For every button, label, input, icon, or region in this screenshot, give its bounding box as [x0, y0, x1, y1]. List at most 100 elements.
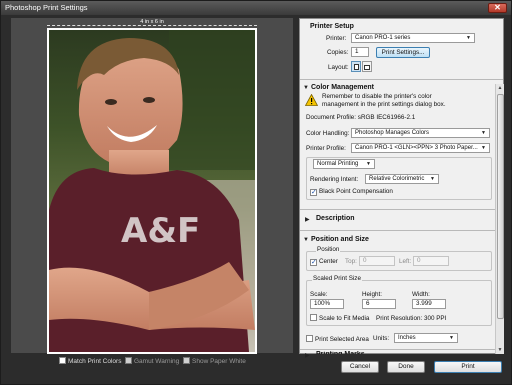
description-title: Description	[316, 215, 355, 222]
printer-profile-value: Canon PRO-1 <GLN><PPN> 3 Photo Paper...	[355, 145, 478, 151]
print-button[interactable]: Print	[434, 361, 502, 373]
chevron-down-icon: ▼	[481, 145, 486, 151]
scale-label: Scale:	[310, 291, 328, 298]
printer-profile-select[interactable]: Canon PRO-1 <GLN><PPN> 3 Photo Paper... ▼	[351, 143, 490, 153]
section-divider	[300, 230, 503, 231]
printer-setup-title: Printer Setup	[310, 23, 354, 30]
done-button[interactable]: Done	[387, 361, 425, 373]
layout-label: Layout:	[328, 64, 349, 71]
expand-triangle-icon[interactable]: ▶	[305, 216, 310, 223]
portrait-icon	[353, 64, 359, 70]
section-divider	[300, 79, 503, 80]
settings-scrollbar[interactable]: ▲ ▼	[495, 84, 504, 354]
width-input[interactable]: 3.999	[412, 299, 446, 309]
cancel-button[interactable]: Cancel	[341, 361, 379, 373]
title-bar: Photoshop Print Settings ✕	[1, 1, 511, 15]
units-label: Units:	[373, 335, 390, 342]
close-button[interactable]: ✕	[488, 3, 507, 13]
print-selected-area-label: Print Selected Area	[315, 336, 369, 343]
scale-input[interactable]: 100%	[310, 299, 344, 309]
printer-label: Printer:	[326, 35, 347, 42]
checkbox-box	[310, 189, 317, 196]
checkbox-box	[306, 335, 313, 342]
chevron-down-icon: ▼	[449, 335, 454, 341]
match-print-colors-label: Match Print Colors	[68, 358, 122, 365]
section-divider	[300, 349, 503, 350]
color-handling-select[interactable]: Photoshop Manages Colors ▼	[351, 128, 490, 138]
printer-select[interactable]: Canon PRO-1 series ▼	[351, 33, 475, 43]
position-group-label: Position	[316, 246, 341, 253]
document-profile-caption: Document Profile:	[306, 114, 357, 121]
units-value: Inches	[398, 335, 416, 341]
section-divider	[300, 209, 503, 210]
scroll-up-icon[interactable]: ▲	[496, 84, 504, 92]
scroll-down-icon[interactable]: ▼	[496, 346, 504, 354]
warning-icon	[305, 94, 318, 106]
print-resolution-text: Print Resolution: 300 PPI	[376, 315, 447, 322]
gamut-warning-checkbox[interactable]: Gamut Warning	[125, 357, 179, 365]
chevron-down-icon: ▼	[366, 161, 371, 167]
printer-profile-label: Printer Profile:	[306, 145, 346, 152]
top-label: Top:	[345, 258, 357, 265]
scale-to-fit-checkbox[interactable]: Scale to Fit Media	[310, 314, 369, 322]
checkbox-box	[310, 259, 317, 266]
black-point-compensation-checkbox[interactable]: Black Point Compensation	[310, 188, 393, 196]
landscape-layout-button[interactable]	[362, 61, 372, 72]
printer-value: Canon PRO-1 series	[355, 35, 411, 41]
color-handling-value: Photoshop Manages Colors	[355, 130, 430, 136]
match-print-colors-checkbox[interactable]: Match Print Colors	[59, 357, 121, 365]
show-paper-white-label: Show Paper White	[192, 358, 246, 365]
close-icon: ✕	[494, 3, 501, 12]
print-settings-button[interactable]: Print Settings...	[376, 47, 430, 58]
chevron-down-icon: ▼	[481, 130, 486, 136]
printing-marks-title: Printing Marks	[316, 351, 365, 354]
checkbox-box	[59, 357, 66, 364]
warning-text-line-1: Remember to disable the printer's color	[322, 93, 432, 100]
color-management-title: Color Management	[311, 84, 375, 91]
show-paper-white-checkbox[interactable]: Show Paper White	[183, 357, 246, 365]
printing-mode-value: Normal Printing	[317, 161, 359, 167]
collapse-triangle-icon[interactable]: ▼	[303, 237, 309, 243]
scaled-size-group-label: Scaled Print Size	[312, 275, 362, 282]
copies-input[interactable]: 1	[351, 47, 369, 57]
document-profile-value: sRGB IEC61966-2.1	[357, 114, 416, 121]
printing-mode-select[interactable]: Normal Printing ▼	[313, 159, 375, 169]
center-checkbox[interactable]: Center	[310, 258, 338, 266]
svg-text:A&F: A&F	[121, 211, 200, 251]
top-input[interactable]: 0	[359, 256, 395, 266]
left-input[interactable]: 0	[413, 256, 449, 266]
settings-panel: Printer Setup Printer: Canon PRO-1 serie…	[299, 18, 504, 359]
center-label: Center	[319, 258, 338, 265]
scale-to-fit-label: Scale to Fit Media	[319, 315, 370, 322]
checkbox-box	[310, 314, 317, 321]
scroll-thumb[interactable]	[497, 94, 504, 319]
copies-label: Copies:	[327, 49, 349, 56]
landscape-icon	[364, 65, 370, 70]
window-title: Photoshop Print Settings	[5, 3, 88, 12]
portrait-layout-button[interactable]	[351, 61, 361, 72]
expand-triangle-icon[interactable]: ▶	[305, 352, 310, 359]
position-size-title: Position and Size	[311, 236, 369, 243]
color-handling-label: Color Handling:	[306, 130, 350, 137]
units-select[interactable]: Inches ▼	[394, 333, 458, 343]
height-input[interactable]: 6	[362, 299, 396, 309]
print-settings-window: Photoshop Print Settings ✕ 4 in x 6 in A…	[0, 0, 512, 385]
dimension-line	[47, 25, 257, 26]
preview-photo: A&F	[49, 30, 255, 352]
collapse-triangle-icon[interactable]: ▼	[303, 85, 309, 91]
width-label: Width:	[412, 291, 430, 298]
height-label: Height:	[362, 291, 382, 298]
print-selected-area-checkbox[interactable]: Print Selected Area	[306, 335, 369, 343]
document-profile-label: Document Profile: sRGB IEC61966-2.1	[306, 114, 415, 121]
rendering-intent-label: Rendering Intent:	[310, 176, 359, 183]
black-point-compensation-label: Black Point Compensation	[319, 188, 393, 195]
gamut-warning-label: Gamut Warning	[134, 358, 180, 365]
checkbox-box	[125, 357, 132, 364]
checkbox-box	[183, 357, 190, 364]
warning-text-line-2: management in the print settings dialog …	[322, 101, 446, 108]
rendering-intent-value: Relative Colorimetric	[369, 176, 425, 182]
chevron-down-icon: ▼	[466, 35, 471, 41]
left-label: Left:	[399, 258, 412, 265]
chevron-down-icon: ▼	[430, 176, 435, 182]
rendering-intent-select[interactable]: Relative Colorimetric ▼	[365, 174, 439, 184]
